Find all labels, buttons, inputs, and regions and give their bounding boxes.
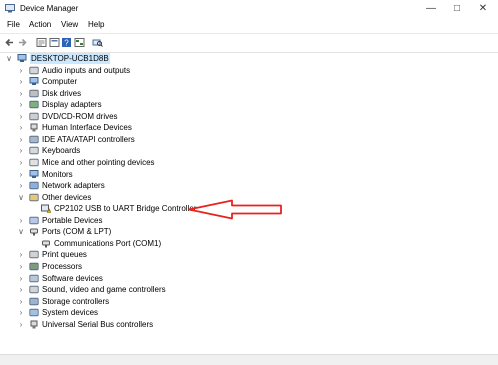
annotation-red-arrow: [188, 199, 282, 220]
status-bar: [0, 354, 498, 365]
